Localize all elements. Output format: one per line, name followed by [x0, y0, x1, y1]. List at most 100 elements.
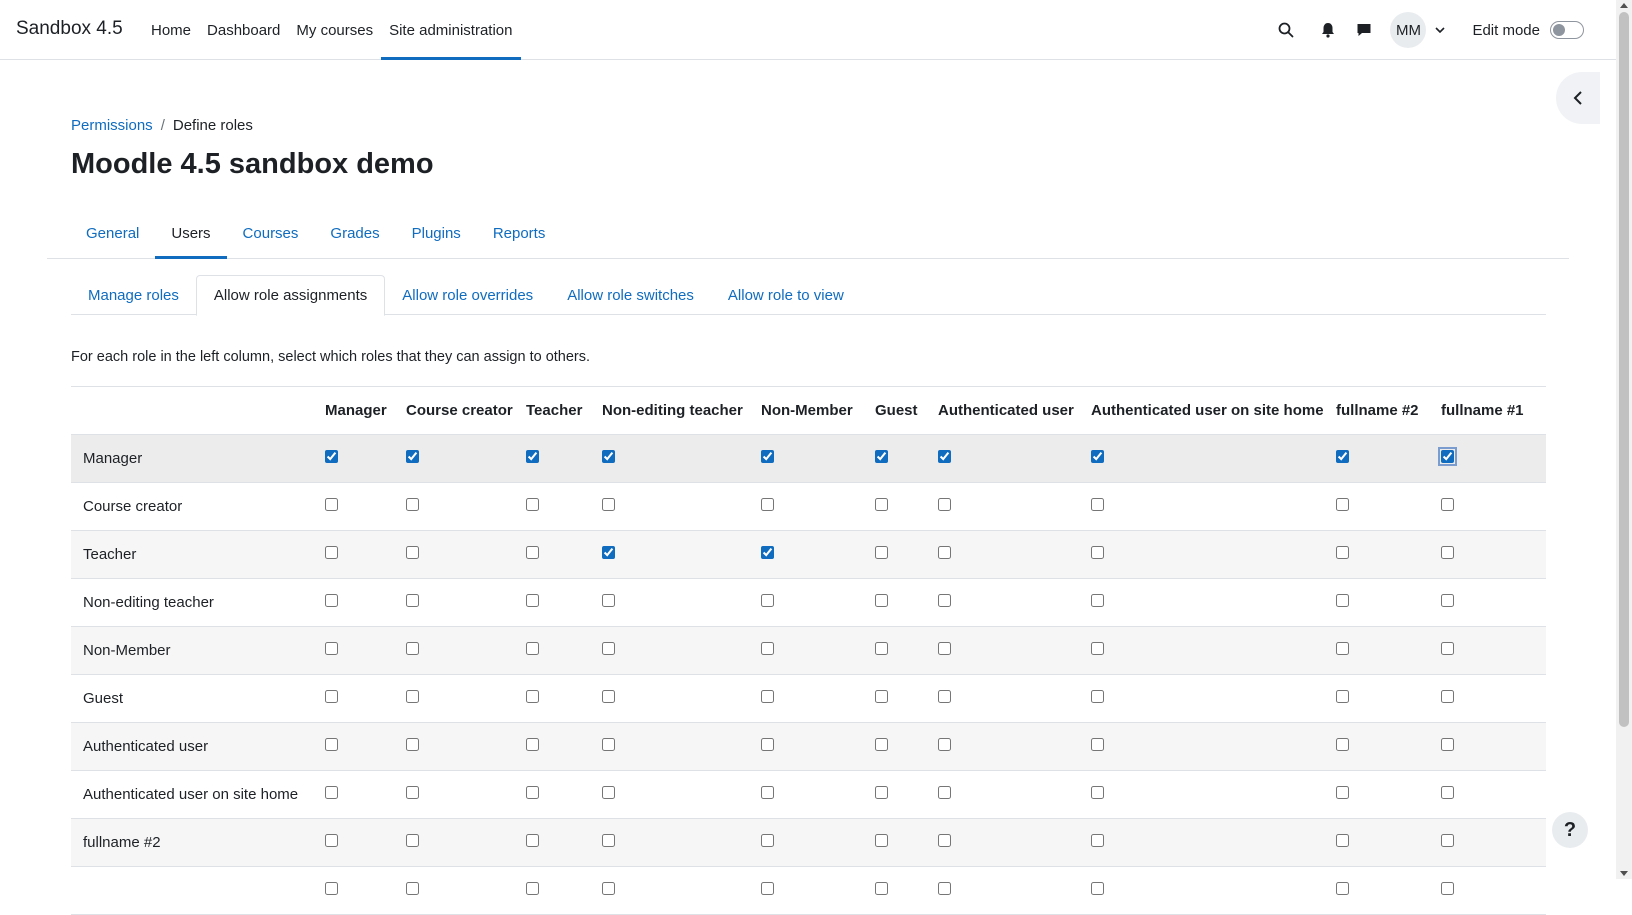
- chevron-down-icon[interactable]: [1432, 22, 1448, 38]
- user-avatar[interactable]: MM: [1390, 12, 1427, 48]
- allow-assign-checkbox[interactable]: [602, 450, 615, 463]
- allow-assign-checkbox[interactable]: [602, 642, 615, 655]
- allow-assign-checkbox[interactable]: [761, 834, 774, 847]
- search-icon[interactable]: [1268, 12, 1304, 48]
- nav-my-courses[interactable]: My courses: [288, 0, 381, 60]
- allow-assign-checkbox[interactable]: [526, 498, 539, 511]
- allow-assign-checkbox[interactable]: [1336, 882, 1349, 895]
- allow-assign-checkbox[interactable]: [1091, 498, 1104, 511]
- allow-assign-checkbox[interactable]: [938, 786, 951, 799]
- allow-assign-checkbox[interactable]: [1091, 738, 1104, 751]
- open-block-drawer-button[interactable]: [1556, 72, 1600, 124]
- allow-assign-checkbox[interactable]: [1336, 546, 1349, 559]
- allow-assign-checkbox[interactable]: [1091, 834, 1104, 847]
- allow-assign-checkbox[interactable]: [406, 738, 419, 751]
- allow-assign-checkbox[interactable]: [875, 450, 888, 463]
- allow-assign-checkbox[interactable]: [1336, 738, 1349, 751]
- tab-general[interactable]: General: [70, 207, 155, 259]
- allow-assign-checkbox[interactable]: [325, 594, 338, 607]
- allow-assign-checkbox[interactable]: [325, 690, 338, 703]
- allow-assign-checkbox[interactable]: [325, 498, 338, 511]
- allow-assign-checkbox[interactable]: [875, 786, 888, 799]
- allow-assign-checkbox[interactable]: [1091, 882, 1104, 895]
- allow-assign-checkbox[interactable]: [325, 738, 338, 751]
- allow-assign-checkbox[interactable]: [526, 450, 539, 463]
- bell-icon[interactable]: [1310, 12, 1346, 48]
- page-scrollbar[interactable]: [1616, 0, 1632, 879]
- allow-assign-checkbox[interactable]: [526, 546, 539, 559]
- tab-manage-roles[interactable]: Manage roles: [71, 275, 196, 315]
- allow-assign-checkbox[interactable]: [761, 450, 774, 463]
- allow-assign-checkbox[interactable]: [1441, 498, 1454, 511]
- allow-assign-checkbox[interactable]: [761, 690, 774, 703]
- allow-assign-checkbox[interactable]: [325, 882, 338, 895]
- tab-courses[interactable]: Courses: [227, 207, 315, 259]
- allow-assign-checkbox[interactable]: [875, 642, 888, 655]
- allow-assign-checkbox[interactable]: [1438, 447, 1457, 466]
- allow-assign-checkbox[interactable]: [406, 450, 419, 463]
- allow-assign-checkbox[interactable]: [602, 882, 615, 895]
- allow-assign-checkbox[interactable]: [406, 786, 419, 799]
- allow-assign-checkbox[interactable]: [938, 834, 951, 847]
- allow-assign-checkbox[interactable]: [602, 786, 615, 799]
- edit-mode-toggle[interactable]: [1550, 21, 1584, 39]
- allow-assign-checkbox[interactable]: [526, 594, 539, 607]
- allow-assign-checkbox[interactable]: [1441, 738, 1454, 751]
- scrollbar-thumb[interactable]: [1619, 12, 1629, 727]
- allow-assign-checkbox[interactable]: [761, 546, 774, 559]
- allow-assign-checkbox[interactable]: [1441, 882, 1454, 895]
- allow-assign-checkbox[interactable]: [875, 546, 888, 559]
- allow-assign-checkbox[interactable]: [406, 642, 419, 655]
- tab-plugins[interactable]: Plugins: [396, 207, 477, 259]
- help-button[interactable]: ?: [1552, 812, 1588, 848]
- allow-assign-checkbox[interactable]: [761, 786, 774, 799]
- allow-assign-checkbox[interactable]: [602, 834, 615, 847]
- allow-assign-checkbox[interactable]: [1441, 690, 1454, 703]
- allow-assign-checkbox[interactable]: [325, 834, 338, 847]
- allow-assign-checkbox[interactable]: [1091, 450, 1104, 463]
- allow-assign-checkbox[interactable]: [875, 834, 888, 847]
- tab-grades[interactable]: Grades: [314, 207, 395, 259]
- allow-assign-checkbox[interactable]: [406, 834, 419, 847]
- allow-assign-checkbox[interactable]: [938, 690, 951, 703]
- breadcrumb-permissions-link[interactable]: Permissions: [71, 117, 153, 134]
- tab-allow-role-overrides[interactable]: Allow role overrides: [385, 275, 550, 315]
- allow-assign-checkbox[interactable]: [526, 690, 539, 703]
- allow-assign-checkbox[interactable]: [1441, 594, 1454, 607]
- allow-assign-checkbox[interactable]: [761, 882, 774, 895]
- tab-allow-role-to-view[interactable]: Allow role to view: [711, 275, 861, 315]
- allow-assign-checkbox[interactable]: [1336, 594, 1349, 607]
- allow-assign-checkbox[interactable]: [526, 642, 539, 655]
- allow-assign-checkbox[interactable]: [1336, 834, 1349, 847]
- allow-assign-checkbox[interactable]: [1441, 546, 1454, 559]
- edit-mode-switch[interactable]: Edit mode: [1472, 21, 1584, 39]
- allow-assign-checkbox[interactable]: [1441, 642, 1454, 655]
- allow-assign-checkbox[interactable]: [526, 786, 539, 799]
- allow-assign-checkbox[interactable]: [325, 786, 338, 799]
- allow-assign-checkbox[interactable]: [602, 690, 615, 703]
- allow-assign-checkbox[interactable]: [875, 498, 888, 511]
- allow-assign-checkbox[interactable]: [938, 594, 951, 607]
- allow-assign-checkbox[interactable]: [406, 594, 419, 607]
- allow-assign-checkbox[interactable]: [526, 738, 539, 751]
- allow-assign-checkbox[interactable]: [526, 834, 539, 847]
- allow-assign-checkbox[interactable]: [875, 690, 888, 703]
- allow-assign-checkbox[interactable]: [1091, 642, 1104, 655]
- allow-assign-checkbox[interactable]: [1336, 690, 1349, 703]
- allow-assign-checkbox[interactable]: [1091, 690, 1104, 703]
- nav-home[interactable]: Home: [143, 0, 199, 60]
- allow-assign-checkbox[interactable]: [325, 450, 338, 463]
- allow-assign-checkbox[interactable]: [875, 594, 888, 607]
- allow-assign-checkbox[interactable]: [1336, 642, 1349, 655]
- allow-assign-checkbox[interactable]: [938, 738, 951, 751]
- allow-assign-checkbox[interactable]: [602, 498, 615, 511]
- allow-assign-checkbox[interactable]: [1336, 786, 1349, 799]
- allow-assign-checkbox[interactable]: [1091, 786, 1104, 799]
- tab-reports[interactable]: Reports: [477, 207, 562, 259]
- allow-assign-checkbox[interactable]: [602, 546, 615, 559]
- allow-assign-checkbox[interactable]: [325, 642, 338, 655]
- allow-assign-checkbox[interactable]: [938, 882, 951, 895]
- allow-assign-checkbox[interactable]: [1336, 450, 1349, 463]
- allow-assign-checkbox[interactable]: [938, 546, 951, 559]
- allow-assign-checkbox[interactable]: [761, 498, 774, 511]
